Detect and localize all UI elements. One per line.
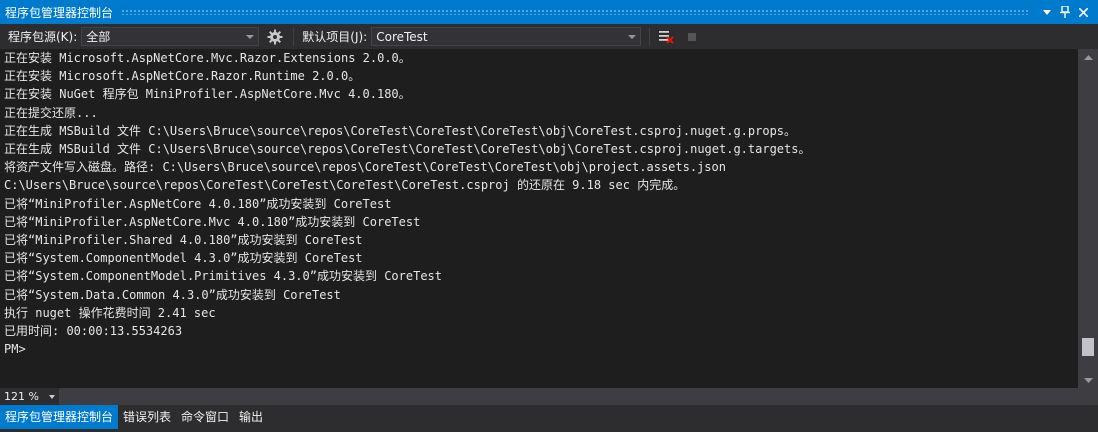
- zoom-value: 121 %: [4, 390, 39, 403]
- console-line: 已将“MiniProfiler.Shared 4.0.180”成功安装到 Cor…: [4, 233, 363, 248]
- tab-item[interactable]: 错误列表: [118, 405, 176, 429]
- tab-item[interactable]: 输出: [234, 405, 268, 429]
- scroll-down-icon[interactable]: [1078, 372, 1098, 388]
- title-bar: 程序包管理器控制台: [0, 0, 1098, 24]
- scroll-up-icon[interactable]: [1078, 49, 1098, 65]
- console-line: 正在提交还原...: [4, 105, 98, 120]
- zoom-row: 121 %: [0, 388, 1098, 405]
- console-line: 已将“MiniProfiler.AspNetCore 4.0.180”成功安装到…: [4, 196, 392, 211]
- package-source-value: 全部: [86, 30, 111, 44]
- window-menu-dropdown-icon[interactable]: [1038, 3, 1056, 21]
- console-line: C:\Users\Bruce\source\repos\CoreTest\Cor…: [4, 178, 686, 193]
- console-line: PM>: [4, 342, 26, 357]
- console-line: 已用时间: 00:00:13.5534263: [4, 324, 183, 339]
- tab-item[interactable]: 命令窗口: [176, 405, 234, 429]
- chevron-down-icon: [49, 394, 55, 399]
- window-title: 程序包管理器控制台: [5, 5, 114, 20]
- gear-icon[interactable]: [265, 27, 285, 47]
- default-project-value: CoreTest: [376, 29, 428, 44]
- toolbar-separator: [649, 27, 651, 46]
- package-source-label: 程序包源(K):: [8, 30, 78, 44]
- console-line: 已将“System.Data.Common 4.3.0”成功安装到 CoreTe…: [4, 287, 341, 302]
- chevron-down-icon: [246, 34, 255, 39]
- clear-console-icon[interactable]: [656, 27, 676, 47]
- console-line: 正在安装 Microsoft.AspNetCore.Mvc.Razor.Exte…: [4, 51, 411, 65]
- tool-window-tabs: 程序包管理器控制台 错误列表 命令窗口 输出: [0, 405, 1098, 432]
- console-line: 正在安装 NuGet 程序包 MiniProfiler.AspNetCore.M…: [4, 87, 411, 102]
- horizontal-scrollbar[interactable]: [60, 388, 1098, 405]
- console-line: 正在安装 Microsoft.AspNetCore.Razor.Runtime …: [4, 69, 361, 84]
- vertical-scrollbar[interactable]: [1078, 49, 1098, 388]
- console-output[interactable]: 正在安装 Microsoft.AspNetCore.Mvc.Razor.Exte…: [0, 49, 1078, 388]
- console-line: 将资产文件写入磁盘。路径: C:\Users\Bruce\source\repo…: [4, 160, 726, 175]
- stop-icon[interactable]: [682, 27, 702, 47]
- close-icon[interactable]: [1074, 3, 1092, 21]
- console-line: 执行 nuget 操作花费时间 2.41 sec: [4, 305, 216, 320]
- console-toolbar: 程序包源(K): 全部 默认项目(J): CoreTest: [0, 24, 1098, 49]
- tab-item[interactable]: 程序包管理器控制台: [0, 405, 119, 429]
- pin-icon[interactable]: [1056, 3, 1074, 21]
- default-project-label: 默认项目(J):: [302, 30, 368, 44]
- console-line: 正在生成 MSBuild 文件 C:\Users\Bruce\source\re…: [4, 142, 811, 157]
- title-grip[interactable]: [121, 9, 1030, 15]
- default-project-select[interactable]: CoreTest: [371, 27, 642, 46]
- zoom-select[interactable]: 121 %: [0, 389, 60, 404]
- package-source-select[interactable]: 全部: [81, 27, 260, 46]
- console-line: 已将“MiniProfiler.AspNetCore.Mvc 4.0.180”成…: [4, 214, 421, 229]
- console-line: 已将“System.ComponentModel.Primitives 4.3.…: [4, 269, 443, 284]
- console-line: 正在生成 MSBuild 文件 C:\Users\Bruce\source\re…: [4, 123, 797, 138]
- console-line: 已将“System.ComponentModel 4.3.0”成功安装到 Cor…: [4, 251, 363, 266]
- chevron-down-icon: [628, 34, 637, 39]
- scrollbar-thumb[interactable]: [1082, 338, 1094, 356]
